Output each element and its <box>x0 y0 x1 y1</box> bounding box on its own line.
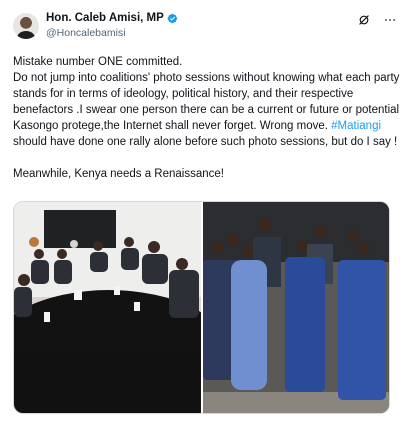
verified-badge-icon <box>167 13 177 23</box>
tweet-text-after-hashtag: should have done one rally alone before … <box>13 136 398 148</box>
group-photo-illustration <box>203 202 389 413</box>
grok-icon[interactable] <box>357 13 371 27</box>
tweet-card: Hon. Caleb Amisi, MP @Honcalebamisi Mist… <box>0 0 415 423</box>
tweet-line-1: Mistake number ONE committed. <box>13 56 183 68</box>
author-display-name[interactable]: Hon. Caleb Amisi, MP <box>46 12 164 24</box>
meeting-photo-illustration <box>14 202 201 413</box>
top-actions <box>357 13 397 27</box>
tweet-paragraph-2: Do not jump into coalitions' photo sessi… <box>13 70 405 150</box>
media-grid <box>13 201 390 414</box>
hashtag-link[interactable]: #Matiangi <box>331 120 381 132</box>
tweet-closing-line: Meanwhile, Kenya needs a Renaissance! <box>13 168 224 180</box>
tweet-text: Mistake number ONE committed. Do not jum… <box>13 54 405 182</box>
author-avatar[interactable] <box>13 13 39 39</box>
photo-meeting-table[interactable] <box>14 202 201 413</box>
photo-group-standing[interactable] <box>203 202 389 413</box>
author-handle[interactable]: @Honcalebamisi <box>46 27 126 39</box>
author-name-row: Hon. Caleb Amisi, MP <box>46 12 178 24</box>
more-icon[interactable] <box>383 13 397 27</box>
